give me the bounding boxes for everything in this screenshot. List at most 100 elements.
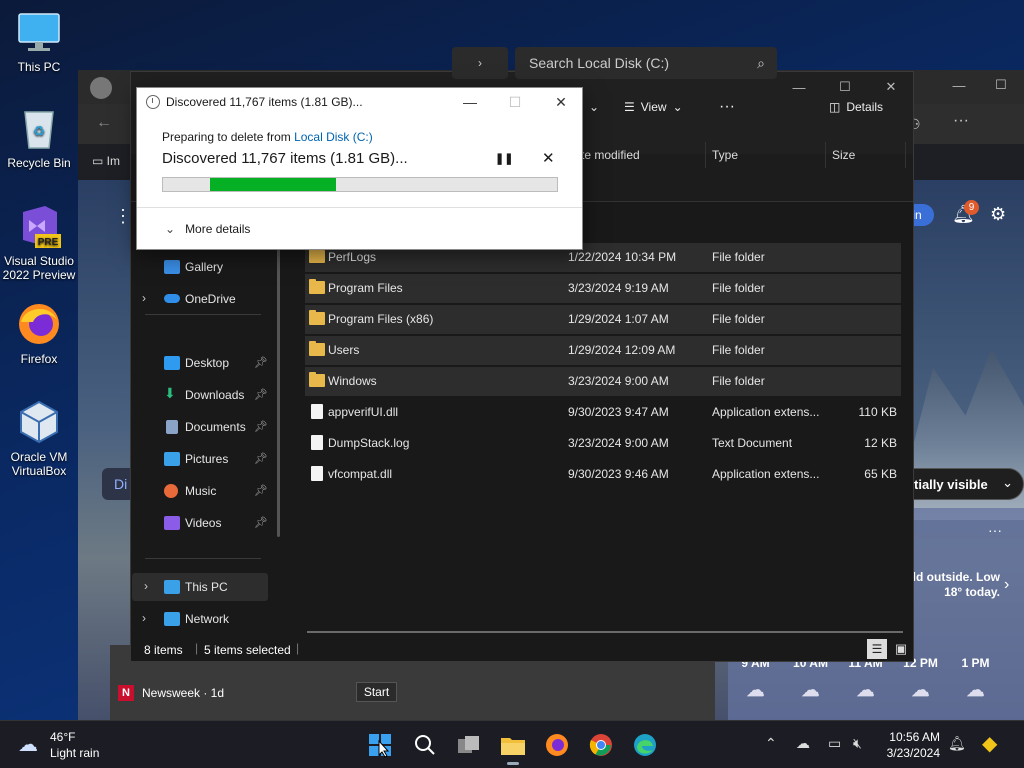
details-pane-button[interactable]: ◫ Details (829, 96, 883, 118)
sort-dropdown[interactable]: ⌄ (589, 96, 599, 118)
details-label: Details (846, 100, 884, 114)
nav-divider (145, 558, 261, 559)
pause-button[interactable]: ❚❚ (495, 152, 513, 165)
address-breadcrumb-chevron[interactable]: › (452, 47, 508, 79)
nav-scrollbar[interactable] (277, 202, 280, 537)
pin-icon[interactable]: 📌︎ (254, 356, 268, 369)
notification-bell-icon[interactable]: 🔔︎ (948, 735, 966, 752)
nav-label: Downloads (185, 388, 245, 402)
file-row-program-files[interactable]: Program Files 3/23/2024 9:19 AM File fol… (305, 274, 901, 303)
file-row-users[interactable]: Users 1/29/2024 12:09 AM File folder (305, 336, 901, 365)
more-options-button[interactable]: ··· (719, 96, 735, 118)
nav-item-gallery[interactable]: Gallery (130, 253, 270, 281)
chevron-up-icon[interactable]: ⌃ (765, 735, 777, 752)
nav-label: Music (185, 484, 217, 498)
network-icon[interactable]: ▭ (828, 735, 841, 752)
minimize-icon[interactable]: — (458, 92, 482, 112)
search-button[interactable] (407, 727, 443, 763)
nav-label: Desktop (185, 356, 230, 370)
chevron-right-icon[interactable]: › (142, 611, 146, 625)
hour-slot: 9 AM ☁ (741, 656, 770, 700)
minimize-icon[interactable]: — (936, 70, 982, 100)
nav-label: This PC (185, 580, 228, 594)
nav-label: Gallery (185, 260, 224, 274)
more-details-toggle[interactable]: ⌄ More details (165, 222, 250, 236)
copilot-icon[interactable]: ◆ (982, 731, 997, 756)
chevron-right-icon[interactable]: › (144, 579, 148, 593)
weather-widget[interactable]: ☁ 46°F Light rain (18, 730, 138, 762)
chevron-right-icon[interactable]: › (1004, 576, 1009, 594)
desktop-icon-this-pc[interactable]: This PC (2, 8, 76, 74)
news-source: Newsweek · 1d (142, 686, 225, 700)
favorites-item[interactable]: ▭ Im (92, 154, 120, 168)
nav-item-pictures[interactable]: Pictures 📌︎ (130, 445, 270, 473)
desktop-icon-label: Oracle VM VirtualBox (10, 450, 68, 478)
delete-progress-dialog[interactable]: Discovered 11,767 items (1.81 GB)... — ☐… (136, 87, 583, 250)
progress-fill (210, 178, 337, 191)
maximize-icon[interactable]: ☐ (978, 70, 1024, 100)
minimize-icon[interactable]: — (776, 72, 822, 102)
pin-icon[interactable]: 📌︎ (254, 516, 268, 529)
chrome-taskbar-button[interactable] (583, 727, 619, 763)
nav-item-downloads[interactable]: ⬇ Downloads 📌︎ (130, 381, 270, 409)
file-type: Text Document (712, 436, 793, 450)
horizontal-scrollbar[interactable] (307, 631, 903, 633)
folder-icon (309, 372, 325, 387)
file-row-dumpstack-log[interactable]: DumpStack.log 3/23/2024 9:00 AM Text Doc… (305, 429, 901, 458)
pin-icon[interactable]: 📌︎ (254, 452, 268, 465)
desktop-icon-firefox[interactable]: Firefox (2, 300, 76, 366)
pin-icon[interactable]: 📌︎ (254, 484, 268, 497)
nav-item-network[interactable]: › Network (130, 605, 270, 633)
file-name: Program Files (328, 281, 403, 295)
nav-item-onedrive[interactable]: › OneDrive (130, 285, 270, 313)
local-disk-link[interactable]: Local Disk (C:) (294, 130, 373, 144)
file-row-appverifui-dll[interactable]: appverifUI.dll 9/30/2023 9:47 AM Applica… (305, 398, 901, 427)
search-placeholder: Search Local Disk (C:) (529, 55, 670, 71)
pin-icon[interactable]: 📌︎ (254, 420, 268, 433)
pin-icon[interactable]: 📌︎ (254, 388, 268, 401)
maximize-icon: ☐ (508, 94, 522, 110)
chevron-right-icon[interactable]: › (142, 291, 146, 305)
folder-icon (309, 341, 325, 356)
close-icon[interactable]: ✕ (549, 92, 573, 112)
details-view-icon[interactable]: ☰ (867, 639, 887, 659)
card-more-icon[interactable]: ··· (988, 522, 1002, 538)
nav-item-desktop[interactable]: Desktop 📌︎ (130, 349, 270, 377)
more-options-icon[interactable]: ··· (953, 112, 969, 130)
nav-item-videos[interactable]: Videos 📌︎ (130, 509, 270, 537)
column-date-modified[interactable]: te modified (575, 142, 706, 168)
file-name: Users (328, 343, 360, 357)
desktop-icon-visual-studio[interactable]: PRE Visual Studio 2022 Preview (2, 202, 76, 282)
profile-avatar[interactable] (90, 77, 112, 99)
onedrive-offline-icon[interactable]: ☁ (796, 735, 810, 752)
file-type: Application extens... (712, 405, 820, 419)
chevron-down-icon: ⌄ (672, 100, 683, 114)
system-clock[interactable]: 10:56 AM 3/23/2024 (858, 729, 940, 761)
file-name: DumpStack.log (328, 436, 410, 450)
column-type[interactable]: Type (706, 142, 826, 168)
desktop-icon-recycle-bin[interactable]: ♻ Recycle Bin (2, 104, 76, 170)
nav-item-documents[interactable]: Documents 📌︎ (130, 413, 270, 441)
desktop-icon-virtualbox[interactable]: Oracle VM VirtualBox (2, 398, 76, 478)
edge-taskbar-button[interactable] (627, 727, 663, 763)
file-row-windows[interactable]: Windows 3/23/2024 9:00 AM File folder (305, 367, 901, 396)
cancel-button[interactable]: ✕ (542, 149, 555, 167)
file-name: PerfLogs (328, 250, 377, 264)
nav-label: Network (185, 612, 230, 626)
nav-item-music[interactable]: Music 📌︎ (130, 477, 270, 505)
nav-item-this-pc[interactable]: › This PC (132, 573, 268, 601)
search-input[interactable]: Search Local Disk (C:) ⌕ (515, 47, 777, 79)
visibility-dropdown[interactable]: tially visible ⌄ (895, 468, 1024, 500)
back-arrow-icon[interactable]: ← (96, 114, 112, 132)
dialog-title-bar: Discovered 11,767 items (1.81 GB)... — ☐… (137, 88, 582, 116)
column-size[interactable]: Size (826, 142, 906, 168)
file-row-program-files-x86[interactable]: Program Files (x86) 1/29/2024 1:07 AM Fi… (305, 305, 901, 334)
view-button[interactable]: ☰ View ⌄ (624, 96, 683, 118)
file-explorer-taskbar-button[interactable] (495, 727, 531, 765)
task-view-button[interactable] (451, 727, 487, 763)
settings-gear-icon[interactable]: ⚙ (990, 204, 1006, 225)
tiles-view-icon[interactable]: ▣ (891, 639, 911, 659)
file-row-vfcompat-dll[interactable]: vfcompat.dll 9/30/2023 9:46 AM Applicati… (305, 460, 901, 489)
hour-slot: 10 AM ☁ (793, 656, 828, 700)
firefox-taskbar-button[interactable] (539, 727, 575, 763)
